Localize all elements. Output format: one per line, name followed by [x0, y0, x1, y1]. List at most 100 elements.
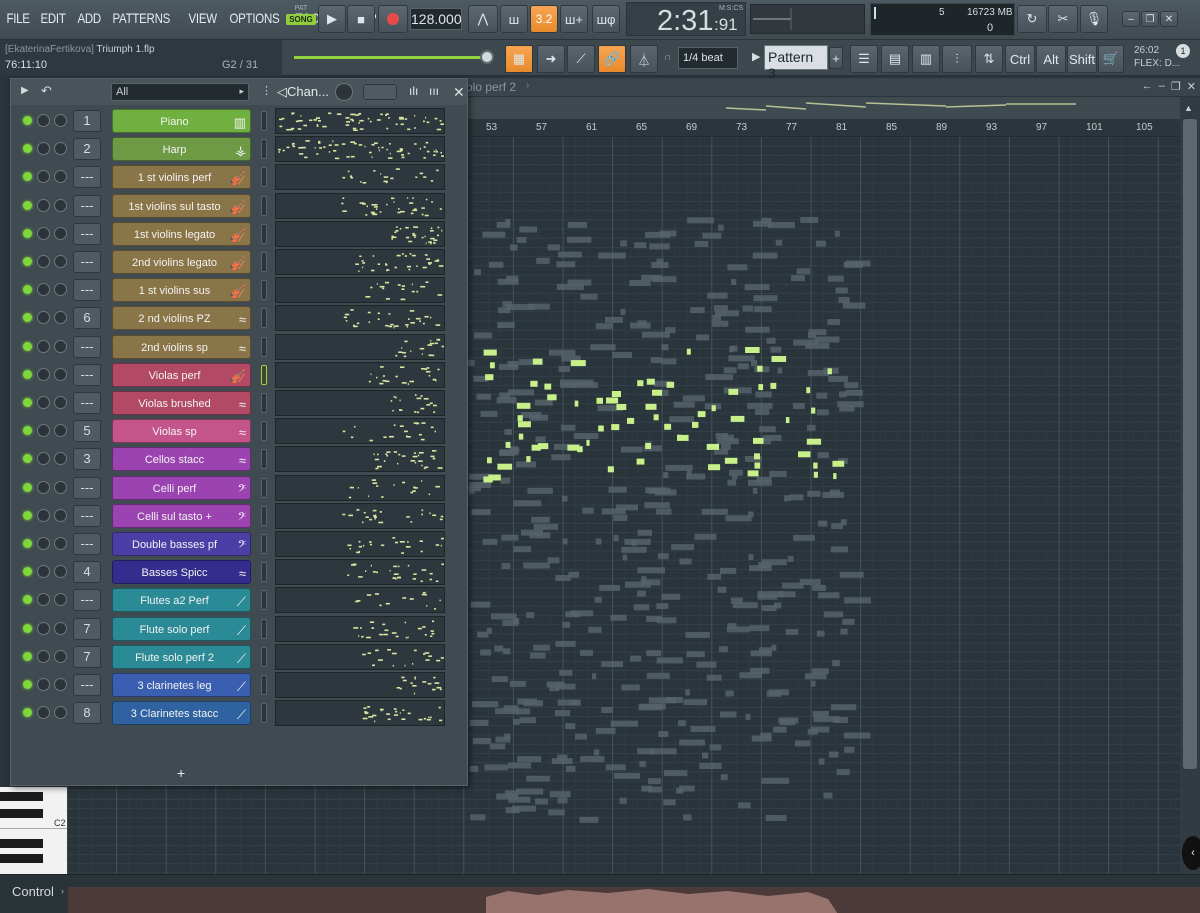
channel-pan-knob[interactable]: [54, 593, 67, 607]
channel-name-button[interactable]: Basses Spicc ≈: [112, 560, 251, 585]
channel-mute-led[interactable]: [23, 200, 32, 210]
mixer-track-number[interactable]: ---: [73, 476, 101, 499]
channel-volume-knob[interactable]: [37, 537, 50, 550]
channel-pattern-preview[interactable]: [275, 390, 445, 416]
graph-editor-icon[interactable]: ılı: [409, 84, 418, 98]
tempo-display[interactable]: 128.000: [410, 8, 462, 30]
channel-row[interactable]: 6 2 nd violins PZ ≈: [11, 304, 467, 332]
channel-volume-knob[interactable]: [37, 706, 50, 720]
channel-pan-knob[interactable]: [54, 706, 67, 720]
channel-volume-knob[interactable]: [37, 508, 50, 522]
control-label[interactable]: Control: [12, 884, 54, 899]
channel-pattern-preview[interactable]: [275, 474, 445, 501]
mixer-track-number[interactable]: ---: [73, 363, 101, 386]
record-button[interactable]: [378, 5, 408, 33]
channel-mute-led[interactable]: [23, 595, 32, 605]
channel-select-indicator[interactable]: [261, 421, 267, 442]
channel-name-button[interactable]: Violas perf 🎻: [112, 362, 251, 387]
window-close-icon[interactable]: ✕: [1187, 80, 1196, 93]
channel-mute-led[interactable]: [23, 567, 32, 577]
channel-name-button[interactable]: Violas brushed ≈: [112, 391, 251, 415]
channel-row[interactable]: 1 Piano ▥: [11, 107, 467, 135]
channel-volume-knob[interactable]: [37, 142, 50, 156]
rack-close-icon[interactable]: ✕: [453, 84, 465, 101]
channel-select-indicator[interactable]: [261, 477, 267, 498]
cut-button[interactable]: ✂: [1048, 5, 1078, 33]
channel-pattern-preview[interactable]: [275, 136, 446, 163]
channel-row[interactable]: 8 3 Clarinetes stacc ⟋: [11, 699, 467, 727]
mixer-track-number[interactable]: 3: [73, 448, 101, 471]
window-arrow-icon[interactable]: ←: [1142, 80, 1153, 93]
channel-select-indicator[interactable]: [261, 364, 267, 385]
menu-edit[interactable]: EDIT: [38, 10, 68, 26]
metronome-link-button[interactable]: ⏃: [630, 45, 658, 73]
channel-volume-knob[interactable]: [37, 396, 50, 409]
channel-select-indicator[interactable]: [261, 618, 267, 639]
channel-pattern-preview[interactable]: [275, 672, 445, 698]
channel-name-button[interactable]: Flutes a2 Perf ⟋: [112, 588, 251, 613]
channel-mute-led[interactable]: [23, 510, 32, 520]
channel-pan-knob[interactable]: [54, 508, 67, 522]
mixer-track-number[interactable]: 5: [73, 420, 101, 443]
channel-row[interactable]: 7 Flute solo perf 2 ⟋: [11, 643, 467, 671]
channel-pattern-preview[interactable]: [275, 249, 445, 275]
channel-row[interactable]: 7 Flute solo perf ⟋: [11, 615, 467, 643]
channel-name-button[interactable]: Violas sp ≈: [112, 419, 251, 444]
channel-mute-led[interactable]: [23, 482, 32, 492]
timeline-ruler[interactable]: 53 57 61 65 69 73 77 81 85 89 93 97 101 105: [466, 119, 1180, 137]
channel-row[interactable]: --- Celli perf 𝄢: [11, 474, 467, 502]
channel-row[interactable]: --- 2nd violins legato 🎻: [11, 248, 467, 276]
channel-row[interactable]: --- Violas brushed ≈: [11, 389, 467, 417]
channel-name-button[interactable]: 3 clarinetes leg ⟋: [112, 673, 251, 697]
channel-select-indicator[interactable]: [261, 675, 267, 695]
channel-row[interactable]: 3 Cellos stacc ≈: [11, 445, 467, 473]
channel-name-button[interactable]: 3 Clarinetes stacc ⟋: [112, 701, 251, 726]
channel-select-indicator[interactable]: [261, 139, 267, 160]
channel-pan-knob[interactable]: [54, 311, 67, 325]
channel-volume-knob[interactable]: [37, 593, 50, 607]
channel-name-button[interactable]: Celli perf 𝄢: [112, 475, 251, 500]
channel-pattern-preview[interactable]: [275, 587, 445, 614]
channel-select-indicator[interactable]: [261, 336, 267, 357]
channel-pan-knob[interactable]: [54, 452, 67, 466]
mixer-track-number[interactable]: ---: [73, 589, 101, 612]
channel-mute-led[interactable]: [23, 116, 32, 125]
channel-volume-knob[interactable]: [37, 452, 50, 466]
menu-file[interactable]: FILE: [4, 10, 32, 26]
channel-pan-knob[interactable]: [54, 537, 67, 550]
channel-mute-led[interactable]: [23, 257, 32, 266]
channel-mute-led[interactable]: [23, 454, 32, 464]
playlist-button[interactable]: ☰: [850, 45, 878, 73]
channel-select-indicator[interactable]: [261, 223, 267, 244]
minimize-button[interactable]: –: [1122, 11, 1140, 27]
channel-pan-knob[interactable]: [54, 283, 67, 297]
channel-row[interactable]: 5 Violas sp ≈: [11, 417, 467, 445]
channel-select-indicator[interactable]: [261, 534, 267, 554]
channel-select-indicator[interactable]: [261, 308, 267, 329]
channel-mute-led[interactable]: [23, 285, 32, 295]
channel-select-indicator[interactable]: [261, 252, 267, 272]
shop-button[interactable]: 🛒: [1098, 45, 1124, 73]
channel-pan-knob[interactable]: [54, 339, 67, 353]
black-key[interactable]: [0, 854, 43, 863]
menu-patterns[interactable]: PATTERNS: [110, 10, 172, 26]
channel-select-indicator[interactable]: [261, 280, 267, 301]
microphone-button[interactable]: 🎙: [1080, 5, 1108, 33]
mixer-track-number[interactable]: 7: [73, 617, 101, 640]
channel-name-button[interactable]: Flute solo perf ⟋: [112, 616, 251, 641]
title-arrow-icon[interactable]: ›: [526, 80, 529, 91]
channel-pan-knob[interactable]: [54, 565, 67, 579]
arrow-button[interactable]: ➜: [537, 45, 565, 73]
piano-keyboard[interactable]: C2: [0, 787, 67, 874]
add-pattern-button[interactable]: +: [829, 47, 843, 69]
channel-pan-knob[interactable]: [54, 198, 67, 212]
piano-roll-button[interactable]: ▤: [881, 45, 909, 73]
channel-mute-led[interactable]: [23, 708, 32, 718]
channel-name-button[interactable]: 1st violins sul tasto 🎻: [112, 193, 251, 218]
close-button[interactable]: ✕: [1160, 11, 1178, 27]
restore-button[interactable]: ❐: [1141, 11, 1159, 27]
rack-menu-arrow-icon[interactable]: ▶: [21, 85, 29, 96]
channel-pattern-preview[interactable]: [275, 220, 445, 247]
channel-pattern-preview[interactable]: [275, 531, 445, 557]
mixer-track-number[interactable]: ---: [73, 335, 101, 358]
